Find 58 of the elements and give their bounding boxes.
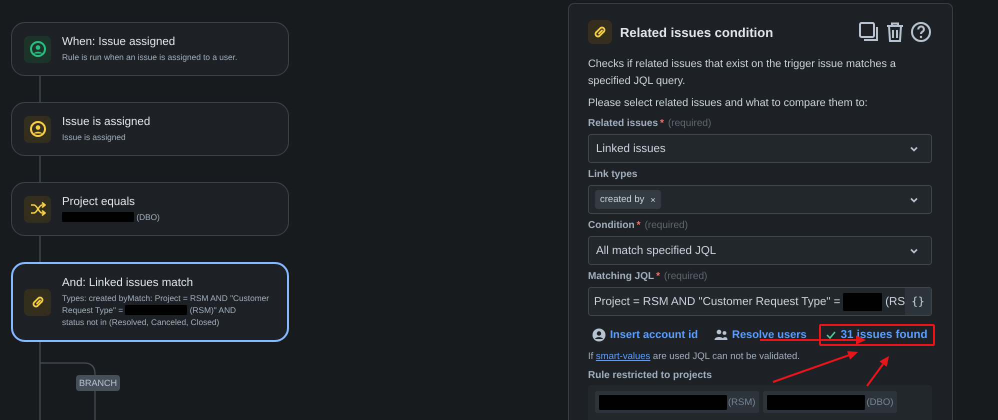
smart-value-button[interactable]: {} bbox=[905, 288, 931, 315]
select-field[interactable]: created by × bbox=[588, 185, 932, 214]
required-note: (required) bbox=[664, 271, 708, 282]
link-button[interactable]: Resolve users bbox=[714, 328, 807, 342]
select-field[interactable]: All match specified JQL bbox=[588, 236, 932, 265]
input-field[interactable]: Project = RSM AND "Customer Request Type" = (RS {} bbox=[588, 287, 932, 316]
required-mark: * bbox=[636, 220, 641, 231]
card-description: (DBO) bbox=[136, 212, 160, 222]
shuffle-icon bbox=[30, 201, 46, 217]
tag-chip[interactable]: created by × bbox=[595, 190, 661, 209]
branch-label: BRANCH bbox=[76, 375, 120, 391]
validation-status: 31 issues found bbox=[818, 324, 935, 346]
user-icon bbox=[30, 41, 46, 57]
link-icon bbox=[592, 24, 608, 40]
card-description: Issue is assigned bbox=[62, 132, 126, 142]
rule-card[interactable]: Issue is assigned Issue is assigned bbox=[11, 102, 289, 156]
card-title: Project equals bbox=[62, 196, 136, 208]
smart-values-link[interactable]: smart-values bbox=[596, 351, 650, 362]
hint-text: If smart-values are used JQL can not be validated. bbox=[588, 351, 801, 362]
input-text: (RS bbox=[885, 296, 905, 308]
input-text: Project = RSM AND "Customer Request Type" = bbox=[594, 296, 840, 308]
required-mark: * bbox=[656, 271, 660, 282]
user-icon bbox=[592, 328, 606, 342]
annotation-arrow bbox=[866, 356, 889, 387]
users-icon bbox=[714, 328, 728, 342]
card-description: Types: created byMatch: Project = RSM AND "Customer bbox=[62, 292, 269, 302]
rule-card[interactable]: Project equals (DBO) bbox=[11, 182, 289, 236]
required-mark: * bbox=[660, 118, 664, 129]
required-note: (required) bbox=[668, 118, 712, 129]
link-icon bbox=[30, 294, 46, 310]
link-button[interactable]: Insert account id bbox=[592, 328, 698, 342]
user-icon bbox=[30, 121, 46, 137]
field-label: Rule restricted to projects bbox=[588, 370, 713, 381]
card-title: When: Issue assigned bbox=[62, 36, 176, 48]
field-label: Matching JQL bbox=[588, 271, 654, 282]
project-key: (RSM) bbox=[728, 396, 756, 408]
panel-title: Related issues condition bbox=[620, 24, 774, 40]
panel-instruction: Please select related issues and what to compare them to: bbox=[588, 96, 869, 111]
card-description: Rule is run when an issue is assigned to a user. bbox=[62, 52, 238, 62]
field-label: Link types bbox=[588, 169, 638, 180]
rule-card[interactable]: When: Issue assigned Rule is run when an issue is assigned to a user. bbox=[11, 22, 289, 76]
panel-description: Checks if related issues that exist on the trigger issue matches a specified JQL query. bbox=[588, 57, 897, 89]
remove-button[interactable]: × bbox=[650, 194, 656, 204]
field-label: Related issues bbox=[588, 118, 658, 129]
copy-icon[interactable] bbox=[858, 21, 880, 43]
required-note: (required) bbox=[644, 220, 688, 231]
card-title: Issue is assigned bbox=[62, 116, 150, 128]
field-label: Condition bbox=[588, 220, 635, 231]
card-description: (RSM)" AND bbox=[190, 304, 236, 314]
check-icon bbox=[826, 330, 836, 340]
card-title: And: Linked issues match bbox=[62, 276, 194, 288]
trash-icon[interactable] bbox=[884, 21, 906, 43]
card-description: status not in (Resolved, Canceled, Closed) bbox=[62, 316, 220, 326]
rule-card[interactable]: And: Linked issues match Types: created byMatch: Project = RSM AND "Customer Request Type" = (RSM)" AND status not in (Resolved, Canceled, Closed) bbox=[11, 262, 289, 342]
select-field[interactable]: Linked issues bbox=[588, 134, 932, 163]
project-key: (DBO) bbox=[866, 396, 894, 408]
card-description: Request Type" = bbox=[62, 304, 124, 314]
help-icon[interactable] bbox=[910, 21, 932, 43]
